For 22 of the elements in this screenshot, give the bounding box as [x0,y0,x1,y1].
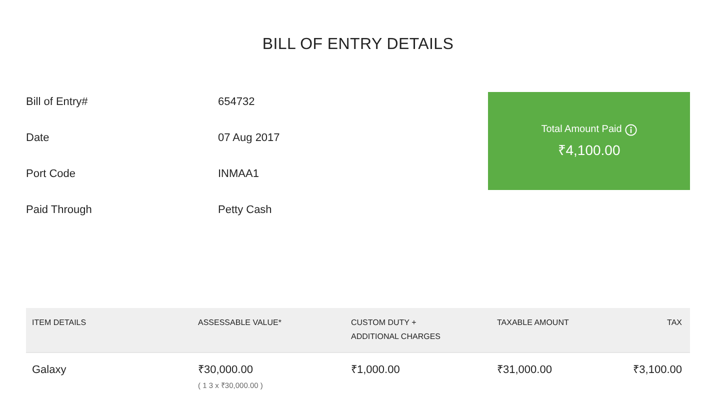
column-header: TAX [667,317,682,329]
field-label: Port Code [26,168,77,180]
table-cell: ₹1,000.00 [351,363,400,377]
field-label: Paid Through [26,204,93,216]
column-header: TAXABLE AMOUNT [497,317,570,329]
column-header: ITEM DETAILS [32,317,88,329]
table-cell: ₹3,100.00 [633,363,682,377]
column-header: CUSTOM DUTY + ADDITIONAL CHARGES [351,317,442,343]
info-icon[interactable] [624,124,637,136]
total-label: Total Amount Paid [541,124,622,135]
field-label: Date [26,132,50,144]
field-value: Petty Cash [218,204,272,216]
field-value: INMAA1 [218,168,259,180]
column-header: ASSESSABLE VALUE* [198,317,282,329]
field-label: Bill of Entry# [26,96,89,108]
page-title: BILL OF ENTRY DETAILS [261,35,455,54]
table-cell: Galaxy [32,363,66,377]
table-cell: ₹31,000.00 [497,363,552,377]
total-amount: ₹4,100.00 [558,140,620,158]
field-value: 654732 [218,96,255,108]
field-value: 07 Aug 2017 [218,132,280,144]
table-cell: ₹30,000.00 [198,363,253,377]
